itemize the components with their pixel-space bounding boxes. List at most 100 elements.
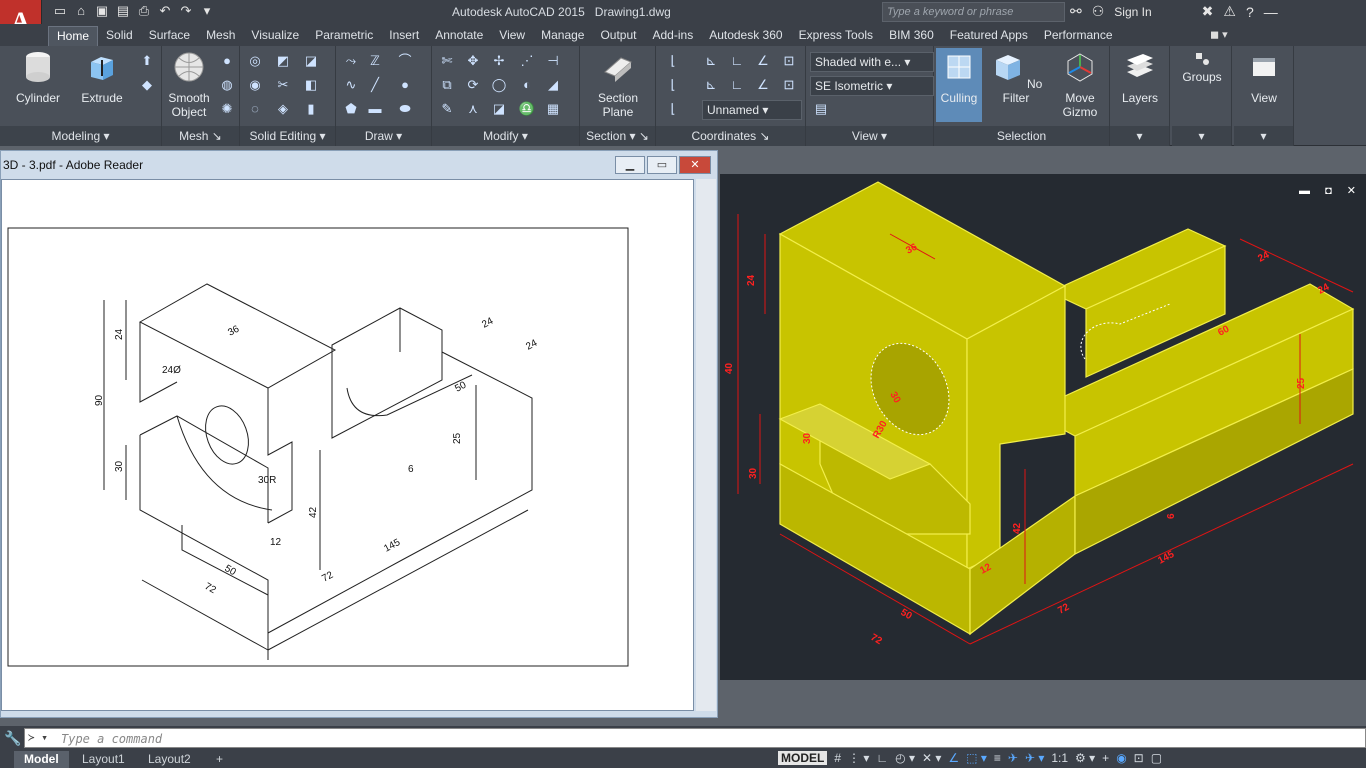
no-filter-button[interactable]: No Filter [988,50,1044,105]
groups-button[interactable]: Groups [1176,50,1228,84]
ucs-view-icon[interactable]: ⊡ [780,52,798,70]
ribbon-minimize-toggle-icon[interactable]: ◼ ▾ [1210,28,1228,41]
clean-screen-icon[interactable]: ▢ [1151,751,1162,765]
undo-icon[interactable]: ↶ [157,3,173,19]
solid-editing-panel-title[interactable]: Solid Editing ▾ [240,126,335,146]
binoculars-icon[interactable]: ⚯ [1070,3,1082,20]
tab-layout1[interactable]: Layout1 [72,751,135,768]
reader-close-button[interactable]: ✕ [679,156,711,174]
layers-expand-icon[interactable]: ▾ [1110,126,1169,146]
adobe-reader-window[interactable]: 3D - 3.pdf - Adobe Reader ▁ ▭ ✕ 90 24 36… [0,150,718,718]
mesh-sphere-icon[interactable]: ● [218,52,236,70]
ucs-origin-icon[interactable]: ⌊ [664,76,682,94]
tab-visualize[interactable]: Visualize [243,26,307,46]
visual-style-dropdown[interactable]: Shaded with e... ▾ [810,52,934,72]
tab-featured-apps[interactable]: Featured Apps [942,26,1036,46]
reader-minimize-button[interactable]: ▁ [615,156,645,174]
new-file-icon[interactable]: ▭ [52,3,68,19]
tab-insert[interactable]: Insert [381,26,427,46]
tab-bim-360[interactable]: BIM 360 [881,26,942,46]
3d-mirror-icon[interactable]: ◪ [490,100,508,118]
command-prompt-icon[interactable]: ≻ ▾ [28,731,48,744]
arc-icon[interactable]: ⌒ [396,52,414,70]
snap-icon[interactable]: ⋮ ▾ [848,751,869,765]
extrude-button[interactable]: Extrude [74,50,130,105]
save-icon[interactable]: ▣ [94,3,110,19]
array-icon[interactable]: ⋰ [518,52,536,70]
tab-output[interactable]: Output [592,26,644,46]
section-plane-button[interactable]: Section Plane [590,50,646,119]
circle-icon[interactable]: ● [396,76,414,94]
rectangle-icon[interactable]: ▬ [366,100,384,118]
tab-express-tools[interactable]: Express Tools [791,26,881,46]
tab-add-ins[interactable]: Add-ins [645,26,702,46]
polygon-icon[interactable]: ⬟ [342,100,360,118]
isodraft-icon[interactable]: ✕ ▾ [922,751,941,765]
tab-view[interactable]: View [491,26,533,46]
tab-parametric[interactable]: Parametric [307,26,381,46]
align-icon[interactable]: ♎ [518,100,536,118]
polar-icon[interactable]: ◴ ▾ [895,751,915,765]
auto-scale-icon[interactable]: ✈ ▾ [1025,751,1044,765]
culling-button[interactable]: Culling [936,48,982,122]
object-snap-tracking-icon[interactable]: ∠ [948,751,959,765]
reader-scrollbar[interactable] [696,179,716,711]
tab-model[interactable]: Model [14,751,69,768]
isolate-objects-icon[interactable]: ◉ [1116,751,1126,765]
tab-solid[interactable]: Solid [98,26,141,46]
smooth-object-button[interactable]: Smooth Object [164,50,214,119]
slice-icon[interactable]: ✂ [274,76,292,94]
groups-expand-icon[interactable]: ▾ [1172,126,1231,146]
pdf-page[interactable]: 90 24 36 24Ø 30 30R 24 24 50 25 6 42 12 … [1,179,694,711]
fillet-icon[interactable]: ◢ [544,76,562,94]
move-icon[interactable]: ✥ [464,52,482,70]
add-layout-icon[interactable]: + [206,751,233,768]
modeling-panel-title[interactable]: Modeling ▾ [0,126,161,146]
union-icon[interactable]: ◎ [246,52,264,70]
object-snap-icon[interactable]: ⬚ ▾ [966,751,987,765]
polyline-icon[interactable]: ℤ [366,52,384,70]
annotation-monitor-icon[interactable]: + [1102,751,1109,765]
search-input[interactable]: Type a keyword or phrase [882,2,1065,22]
exchange-icon[interactable]: ✖ [1202,3,1214,20]
model-viewport[interactable]: 24 36 24 24 60 40 30 25 30 30 R30 12 42 … [720,174,1366,680]
tab-autodesk-360[interactable]: Autodesk 360 [701,26,790,46]
workspace-gear-icon[interactable]: ⚙ ▾ [1075,751,1095,765]
tab-manage[interactable]: Manage [533,26,592,46]
tab-performance[interactable]: Performance [1036,26,1121,46]
layers-button[interactable]: Layers [1114,50,1166,105]
mirror-icon[interactable]: ⋏ [464,100,482,118]
draw-panel-title[interactable]: Draw ▾ [336,126,431,146]
extrude-faces-icon[interactable]: ◪ [302,52,320,70]
extend-icon[interactable]: ⊣ [544,52,562,70]
viewport-config-icon[interactable]: ▤ [812,100,830,118]
mesh-panel-title[interactable]: Mesh ↘ [162,126,239,146]
3d-model-drawing[interactable]: 24 36 24 24 60 40 30 25 30 30 R30 12 42 … [720,174,1366,680]
shell-icon[interactable]: ◈ [274,100,292,118]
cylinder-button[interactable]: Cylinder [10,50,66,105]
intersect-icon[interactable]: ◌ [246,100,264,118]
named-ucs-dropdown[interactable]: Unnamed ▾ [702,100,802,120]
erase-icon[interactable]: ✎ [438,100,456,118]
modify-panel-title[interactable]: Modify ▾ [432,126,579,146]
ucs-y-icon[interactable]: ∟ [728,52,746,70]
3d-rotate-icon[interactable]: ◯ [490,76,508,94]
coordinates-panel-title[interactable]: Coordinates ↘ [656,126,805,146]
construction-line-icon[interactable]: ╱ [366,76,384,94]
save-as-icon[interactable]: ▤ [115,3,131,19]
ortho-icon[interactable]: ∟ [876,751,888,765]
tab-home[interactable]: Home [48,26,99,46]
customize-dropdown-icon[interactable]: ▾ [199,3,215,19]
extract-edges-icon[interactable]: ◩ [274,52,292,70]
spline-icon[interactable]: ∿ [342,76,360,94]
mesh-smooth-more-icon[interactable]: ◍ [218,76,236,94]
redo-icon[interactable]: ↷ [178,3,194,19]
view-button[interactable]: View [1238,50,1290,105]
trim-icon[interactable]: ✄ [438,52,456,70]
model-space-button[interactable]: MODEL [778,751,828,765]
wrench-icon[interactable]: 🔧 [4,730,21,747]
section-panel-title[interactable]: Section ▾ ↘ [580,126,655,146]
line-icon[interactable]: ⤳ [342,52,360,70]
view-direction-dropdown[interactable]: SE Isometric ▾ [810,76,934,96]
ucs-world-icon[interactable]: ⊾ [702,76,720,94]
